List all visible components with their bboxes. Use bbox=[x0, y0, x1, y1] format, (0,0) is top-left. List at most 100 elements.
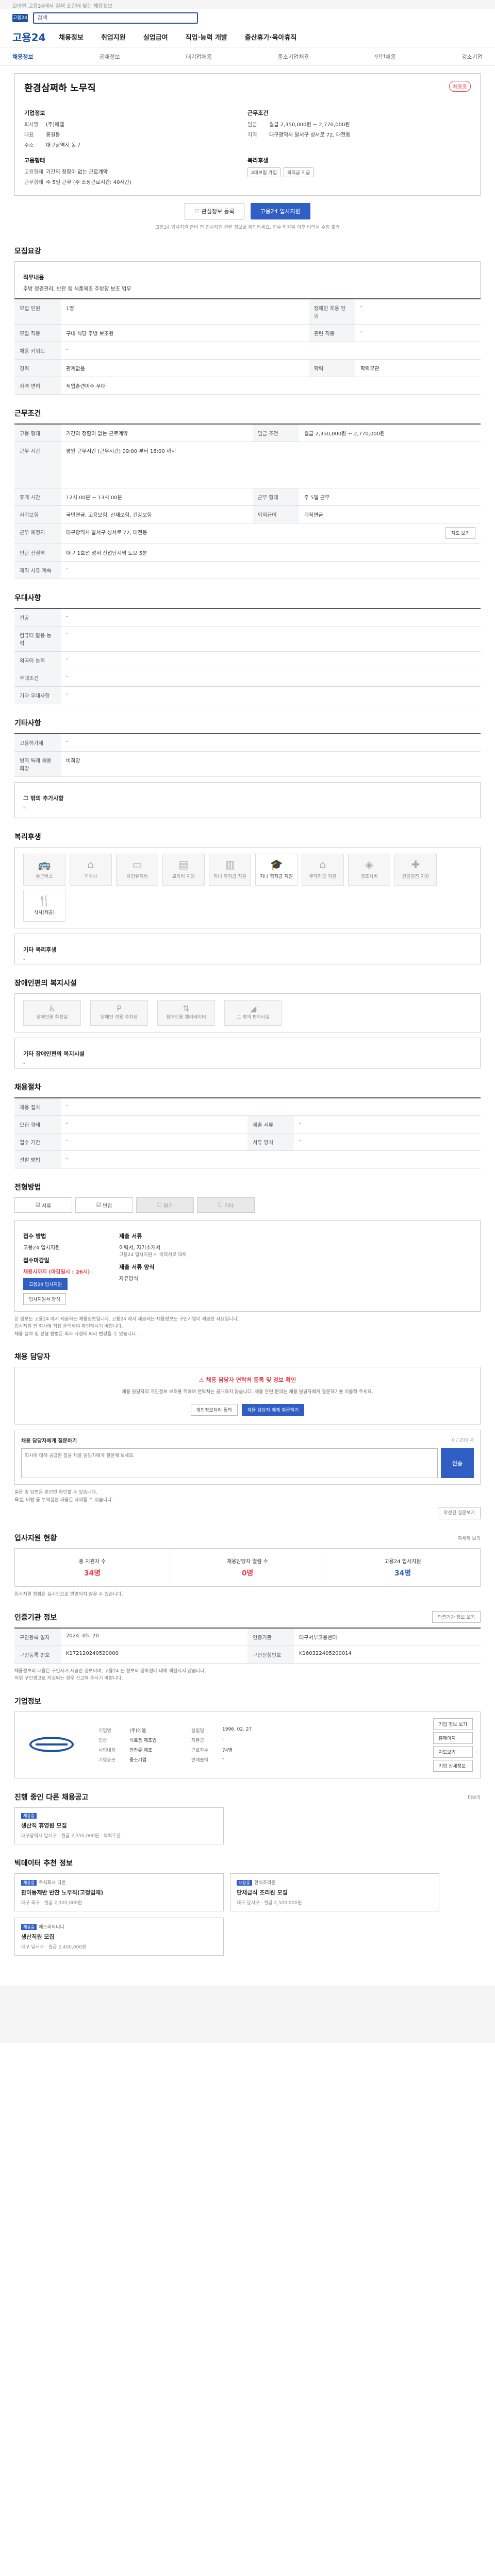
company-map-button[interactable]: 지도보기 bbox=[433, 1745, 473, 1758]
subnav-item-intern[interactable]: 인턴채용 bbox=[375, 53, 395, 61]
privacy-button[interactable]: 개인정보처리 동의 bbox=[190, 1404, 238, 1416]
table-value: 직업훈련이수 우대 bbox=[61, 377, 481, 395]
job-card[interactable]: 채용중 에스피씨디디 생산직원 모집 대구 달서구 · 월급 2,400,000원 bbox=[14, 1917, 224, 1956]
question-title: 채용 담당자에게 질문하기 bbox=[21, 1438, 77, 1445]
hiring-more-link[interactable]: 더보기 bbox=[468, 1794, 481, 1801]
brand-logo[interactable]: 고용24 bbox=[12, 29, 59, 44]
company-address: 대구광역시 동구 bbox=[46, 143, 81, 148]
table-key: 기타 우대사항 bbox=[14, 686, 61, 704]
company-value: 반찬류 제조 bbox=[129, 1748, 153, 1753]
welfare-chip: 4대보험 가입 bbox=[248, 167, 280, 177]
table-row: 외국어 능력 - bbox=[14, 651, 481, 669]
main-nav-row: 고용24 채용정보 취업지원 실업급여 직업·능력 개발 출산휴가·육아휴직 bbox=[0, 27, 495, 47]
table-key: 인증기관 bbox=[248, 1628, 294, 1646]
stats-more-link[interactable]: 자세히 보기 bbox=[458, 1535, 481, 1541]
car-icon: ▭ bbox=[132, 858, 142, 871]
apply-label: 접수 방법 bbox=[23, 1233, 46, 1240]
table-key: 임금 조건 bbox=[252, 424, 299, 442]
table-row: 사회보험 국민연금, 고용보험, 산재보험, 건강보험 퇴직급여 퇴직연금 bbox=[14, 505, 481, 523]
extra-value: - bbox=[23, 805, 25, 811]
search-box[interactable] bbox=[33, 12, 198, 24]
table-value: - bbox=[355, 324, 481, 342]
job-card-tag: 채용중 bbox=[237, 1879, 253, 1886]
question-submit-button[interactable]: 전송 bbox=[441, 1448, 474, 1479]
apply-button[interactable]: 고용24 입사지원 bbox=[250, 203, 310, 219]
table-key: 채용 키워드 bbox=[14, 342, 61, 360]
top-notice-bar: 모바일 고용24에서 검색 조건에 맞는 채용정보 bbox=[0, 0, 495, 9]
subnav-item-strong[interactable]: 강소기업 bbox=[461, 53, 482, 61]
heart-icon: ♡ bbox=[194, 208, 202, 215]
nav-item-jobs[interactable]: 채용정보 bbox=[59, 32, 84, 42]
job-card-name: 생산직원 모집 bbox=[21, 1933, 55, 1940]
facility-item: ⇅ 장애인용 엘리베이터 bbox=[157, 1000, 215, 1026]
company-value: 74명 bbox=[222, 1748, 233, 1753]
kv-key: 근무형태 bbox=[24, 180, 43, 185]
job-card[interactable]: 채용중 주식회사 다온 환이동제반 반찬 노무직(고정업체) 대구 북구 · 월급… bbox=[14, 1873, 224, 1911]
table-row: 접수 기간 - 서류 양식 - bbox=[14, 1133, 481, 1151]
welfare-item: 🚌 통근버스 bbox=[23, 854, 65, 886]
subnav-item-jobs[interactable]: 채용정보 bbox=[12, 53, 33, 61]
table-row: 선발 방법 - bbox=[14, 1150, 481, 1168]
homepage-button[interactable]: 홈페이지 bbox=[433, 1732, 473, 1744]
docs-value: 이력서, 자기소개서 bbox=[119, 1245, 160, 1251]
auth-info-button[interactable]: 인증기관 정보 보기 bbox=[432, 1611, 481, 1623]
table-key: 외국어 능력 bbox=[14, 651, 61, 669]
question-input[interactable] bbox=[21, 1448, 438, 1479]
form-button[interactable]: 입사지원서 양식 bbox=[23, 1293, 66, 1305]
welfare-box: 🚌 통근버스 ⌂ 기숙사 ▭ 차량유지비 ▤ 교육비 지원 ▥ 자녀 학자금 지원 🎓 자녀… bbox=[14, 847, 481, 928]
welfare-item-label: 식사(제공) bbox=[34, 910, 55, 916]
table-value: 1명 bbox=[61, 299, 309, 325]
view-questions-button[interactable]: 작성된 질문보기 bbox=[438, 1506, 481, 1520]
nav-item-leave[interactable]: 출산휴가·육아휴직 bbox=[245, 32, 297, 42]
method-section-title: 전형방법 bbox=[14, 1183, 41, 1192]
job-card-company: 주식회사 다온 bbox=[39, 1880, 66, 1886]
subnav-item-public[interactable]: 공채정보 bbox=[99, 53, 120, 61]
company-value: 1996. 02. 27 bbox=[222, 1726, 252, 1732]
welfare-item-label: 교육비 지원 bbox=[172, 874, 195, 879]
table-key: 모집 인원 bbox=[14, 299, 61, 325]
auth-section-title: 인증기관 정보 인증기관 정보 보기 bbox=[14, 1611, 481, 1623]
bullet-text: 질문 및 답변은 본인만 확인할 수 있습니다. bbox=[14, 1490, 97, 1496]
footer bbox=[0, 1986, 495, 2043]
health-icon: ✚ bbox=[411, 858, 420, 871]
table-key: 퇴직급여 bbox=[252, 505, 299, 523]
subnav-item-sme[interactable]: 중소기업채용 bbox=[278, 53, 309, 61]
table-row: 모집 직종 구내 식당 주방 보조원 관련 직종 - bbox=[14, 324, 481, 342]
table-key: 근무 형태 bbox=[252, 488, 299, 506]
kv-key: 주소 bbox=[24, 143, 34, 148]
job-card[interactable]: 채용중 한식조리원 단체급식 조리원 모집 대구 달서구 · 월급 2,500,0… bbox=[230, 1873, 439, 1911]
apply-small-button[interactable]: 고용24 입사지원 bbox=[23, 1278, 68, 1290]
map-button[interactable]: 지도 보기 bbox=[446, 527, 475, 539]
welfare-item-label: 주택자금 지원 bbox=[309, 874, 337, 879]
apply-notice: 고용24 입사지원 준비 전 입사지원 관련 정보를 확인하세요. 접수 마감일… bbox=[155, 225, 340, 230]
nav-item-unemployment[interactable]: 실업급여 bbox=[143, 32, 168, 42]
company-detail-button[interactable]: 기업 정보 보기 bbox=[433, 1718, 473, 1730]
duty-label: 직무내용 bbox=[23, 274, 44, 281]
job-card-name: 생산직 휴영원 모집 bbox=[21, 1822, 67, 1829]
company-section-title: 기업정보 bbox=[14, 1697, 41, 1706]
form-label: 제출 서류 양식 bbox=[119, 1264, 155, 1270]
job-card[interactable]: 채용중 생산직 휴영원 모집 대구광역시 달서구 · 월급 2,350,000원… bbox=[14, 1807, 224, 1844]
facility-item: P 장애인 전용 주차장 bbox=[90, 1000, 148, 1026]
scrap-button[interactable]: ♡ 관심정보 등록 bbox=[185, 203, 244, 219]
site-logo-small[interactable]: 고용24 bbox=[12, 14, 28, 22]
table-key: 근무 시간 bbox=[14, 442, 61, 488]
check-icon: ☑ bbox=[35, 1202, 42, 1208]
bullet-text: 허위 구인광고로 의심되는 경우 신고해 주시기 바랍니다. bbox=[14, 1676, 123, 1682]
company-more-button[interactable]: 기업 상세정보 bbox=[433, 1759, 473, 1772]
deadline-label: 접수마감일 bbox=[23, 1257, 50, 1264]
subnav-item-large[interactable]: 대기업채용 bbox=[186, 53, 212, 61]
search-input[interactable] bbox=[37, 15, 194, 21]
other-table: 고용허가제 - 병역 특례 채용 희망 비희망 bbox=[14, 733, 481, 777]
book-icon: ▤ bbox=[178, 858, 189, 871]
table-key: 구인신청번호 bbox=[248, 1646, 294, 1664]
table-row: 고용 형태 기간의 정함이 없는 근로계약 임금 조건 월급 2,350,000원 ~… bbox=[14, 424, 481, 442]
welfare-item: ◈ 경조사비 bbox=[348, 854, 390, 886]
table-value: 2024. 05. 20 bbox=[61, 1628, 248, 1646]
bus-icon: 🚌 bbox=[38, 858, 51, 871]
ask-button[interactable]: 채용 담당자 에게 질문하기 bbox=[241, 1404, 305, 1416]
company-ceo: 홍길동 bbox=[46, 132, 60, 138]
elevator-icon: ⇅ bbox=[183, 1004, 190, 1013]
nav-item-training[interactable]: 직업·능력 개발 bbox=[186, 32, 227, 42]
nav-item-employment-support[interactable]: 취업지원 bbox=[101, 32, 126, 42]
